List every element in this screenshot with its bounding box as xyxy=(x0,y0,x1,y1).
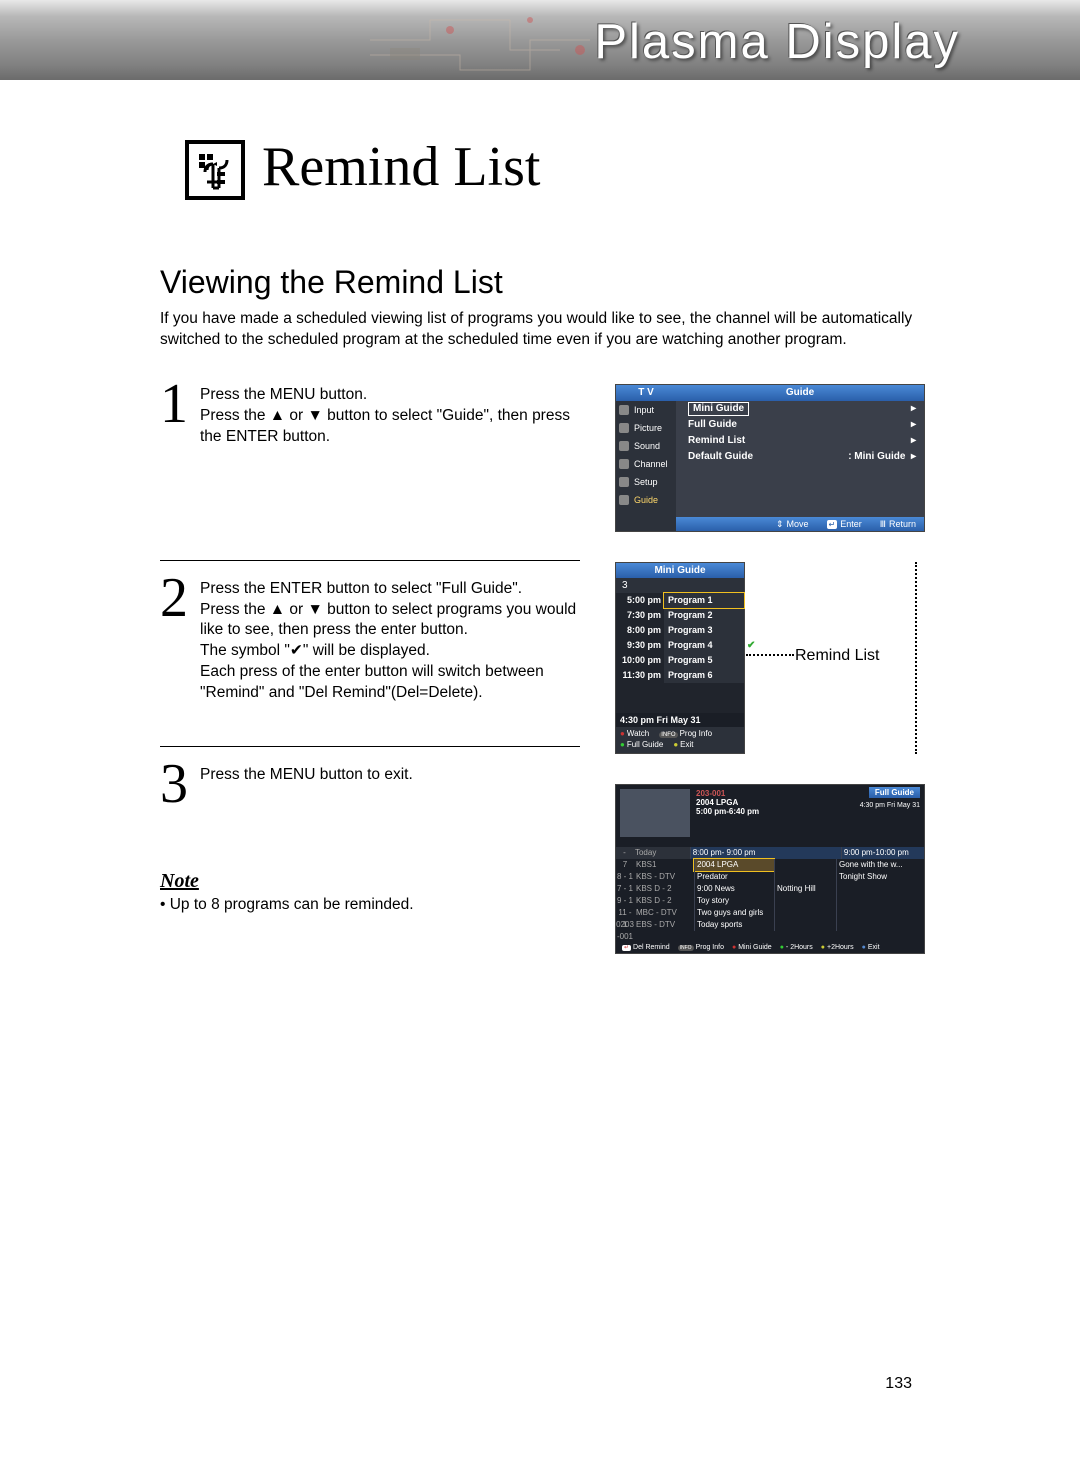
steps: 1 Press the MENU button.Press the or but… xyxy=(160,379,580,810)
fig-tv-menu: T V Input Picture Sound Channel Setup Gu… xyxy=(615,384,925,532)
header-title: Plasma Display xyxy=(594,14,960,70)
ff-del-remind: Del Remind xyxy=(622,944,670,951)
fig3-clock: 4:30 pm Fri May 31 xyxy=(860,802,920,809)
btn-watch: Watch xyxy=(620,729,649,738)
opt-mini-guide: Mini Guide xyxy=(676,401,924,417)
side-input: Input xyxy=(616,401,676,419)
fig2-row: 7:30 pmProgram 2 xyxy=(616,608,744,623)
side-sound: Sound xyxy=(616,437,676,455)
step-text: Press the MENU button to exit. xyxy=(200,759,413,809)
fig2-callout: Remind List xyxy=(795,647,879,665)
step-separator xyxy=(160,746,580,747)
fig3-footer: Del Remind Prog Info Mini Guide - 2Hours… xyxy=(616,944,924,951)
fig2-header: Mini Guide xyxy=(616,563,744,578)
opt-remind-list: Remind List xyxy=(676,433,924,449)
section-title: Viewing the Remind List xyxy=(160,264,920,301)
fig2-channel: 3 xyxy=(616,578,744,593)
fig2-buttons: Watch Prog Info Full Guide Exit xyxy=(616,727,744,753)
section-intro: If you have made a scheduled viewing lis… xyxy=(160,309,920,351)
fig1-main-header: Guide xyxy=(676,385,924,401)
ff-mini-guide: Mini Guide xyxy=(732,944,772,951)
ff-exit: Exit xyxy=(862,944,880,951)
fig2-time: 4:30 pm Fri May 31 xyxy=(616,713,744,727)
fig3-grid: - Today 8:00 pm- 9:00 pm 9:00 pm-10:00 p… xyxy=(616,847,924,931)
remind-list-icon xyxy=(185,140,245,200)
opt-full-guide: Full Guide xyxy=(676,417,924,433)
hint-return: Return xyxy=(880,517,916,531)
page-title: Remind List xyxy=(262,135,540,199)
side-setup: Setup xyxy=(616,473,676,491)
ff-plus-2h: +2Hours xyxy=(821,944,854,951)
step-num: 2 xyxy=(160,573,200,705)
side-picture: Picture xyxy=(616,419,676,437)
fig2-leader-line xyxy=(746,654,794,656)
step-separator xyxy=(160,560,580,561)
step-text: Press the MENU button.Press the or butto… xyxy=(200,379,580,448)
opt-default-guide: Default Guide: Mini Guide xyxy=(676,449,924,465)
step-num: 3 xyxy=(160,759,200,809)
side-channel: Channel xyxy=(616,455,676,473)
fig2-rows: 5:00 pmProgram 17:30 pmProgram 28:00 pmP… xyxy=(616,593,744,683)
fig3-preview xyxy=(620,789,690,837)
fig3-row: 7 - 1KBS D - 29:00 NewsNotting Hill xyxy=(616,883,924,895)
side-guide: Guide xyxy=(616,491,676,509)
page-number: 133 xyxy=(885,1375,912,1393)
fig2-row: 10:00 pmProgram 5 xyxy=(616,653,744,668)
fig3-row: 8 - 1KBS - DTVPredatorTonight Show xyxy=(616,871,924,883)
btn-prog-info: Prog Info xyxy=(659,729,712,738)
step-2: 2 Press the ENTER button to select "Full… xyxy=(160,573,580,705)
fig1-footer: Move Enter Return xyxy=(676,517,924,531)
step-num: 1 xyxy=(160,379,200,448)
fig3-row: 0203 -001EBS - DTVToday sports xyxy=(616,919,924,931)
fig3-header: Full Guide xyxy=(869,787,920,798)
btn-full-guide: Full Guide xyxy=(620,740,663,749)
hint-enter: Enter xyxy=(827,517,862,531)
step-1: 1 Press the MENU button.Press the or but… xyxy=(160,379,580,448)
fig2-row: 8:00 pmProgram 3 xyxy=(616,623,744,638)
ff-prog-info: Prog Info xyxy=(678,944,724,951)
fig2-row: 11:30 pmProgram 6 xyxy=(616,668,744,683)
hint-move: Move xyxy=(776,517,809,531)
fig2-brace xyxy=(915,562,917,754)
ff-minus-2h: - 2Hours xyxy=(780,944,813,951)
header-band: Plasma Display xyxy=(0,0,1080,80)
fig-mini-guide: Mini Guide 3 5:00 pmProgram 17:30 pmProg… xyxy=(615,562,745,754)
fig3-row: 9 - 1KBS D - 2Toy story xyxy=(616,895,924,907)
fig2-row: 5:00 pmProgram 1 xyxy=(616,593,744,608)
fig3-row: 11 - 1MBC - DTVTwo guys and girls xyxy=(616,907,924,919)
fig1-side-header: T V xyxy=(616,385,676,401)
btn-exit: Exit xyxy=(673,740,693,749)
fig3-row: 7KBS12004 LPGAGone with the w... xyxy=(616,859,924,871)
step-3: 3 Press the MENU button to exit. xyxy=(160,759,580,809)
fig-full-guide: Full Guide 4:30 pm Fri May 31 203-001 20… xyxy=(615,784,925,954)
step-text: Press the ENTER button to select "Full G… xyxy=(200,573,580,705)
fig2-row: 9:30 pmProgram 4 xyxy=(616,638,744,653)
